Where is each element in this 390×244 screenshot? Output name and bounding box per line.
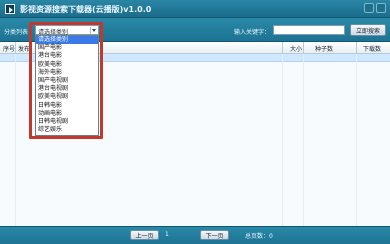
col-size[interactable]: 大小	[290, 44, 302, 53]
next-page-button[interactable]: 下一页	[200, 230, 229, 240]
prev-page-button[interactable]: 上一页	[130, 230, 159, 240]
current-page: 1	[165, 231, 169, 238]
highlight-annotation-box	[29, 22, 103, 139]
col-seeds[interactable]: 种子数	[315, 44, 333, 53]
search-button[interactable]: 立即搜索	[350, 24, 386, 36]
keyword-input[interactable]	[273, 25, 345, 35]
app-play-icon	[5, 4, 15, 14]
minimize-icon[interactable]	[364, 3, 374, 13]
title-bar: 影视资源搜索下载器(云播版)v1.0.0	[0, 0, 390, 18]
total-pages-label: 总页数：0	[245, 233, 273, 240]
pagination-bar: 上一页 1 下一页 总页数：0	[0, 226, 390, 244]
col-index[interactable]: 序号	[3, 44, 15, 53]
window-controls	[364, 3, 386, 13]
window-title: 影视资源搜索下载器(云播版)v1.0.0	[20, 5, 152, 14]
close-icon[interactable]	[376, 3, 386, 13]
keyword-label: 输入关键字：	[234, 29, 271, 36]
col-downloads[interactable]: 下载数	[363, 44, 381, 53]
